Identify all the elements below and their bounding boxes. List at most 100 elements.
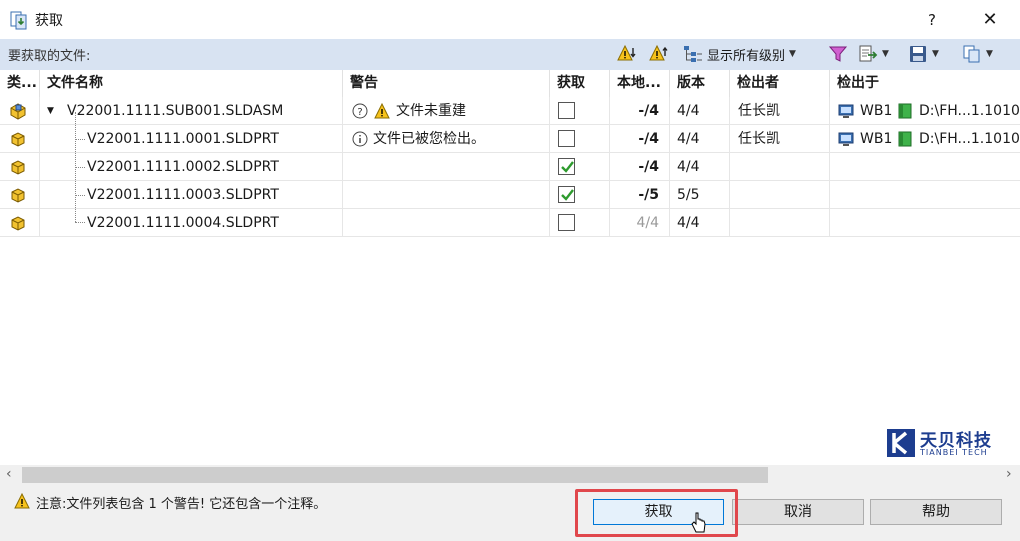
get-checkbox[interactable] bbox=[558, 214, 575, 231]
local-version: -/4 bbox=[610, 97, 670, 125]
folder-icon bbox=[898, 131, 912, 147]
file-name-cell: V22001.1111.0004.SLDPRT bbox=[40, 209, 343, 237]
show-levels-label: 显示所有级别 bbox=[707, 48, 786, 64]
type-cell bbox=[0, 181, 40, 209]
column-type[interactable]: 类... bbox=[0, 70, 40, 97]
column-warning[interactable]: 警告 bbox=[343, 70, 550, 97]
files-to-get-label: 要获取的文件: bbox=[8, 49, 91, 64]
filter-icon bbox=[828, 46, 848, 62]
warning-up-icon bbox=[649, 44, 668, 61]
footer: 注意:文件列表包含 1 个警告! 它还包含一个注释。 获取 取消 帮助 bbox=[0, 485, 1020, 541]
version: 4/4 bbox=[670, 125, 730, 153]
column-get[interactable]: 获取 bbox=[550, 70, 610, 97]
question-icon[interactable]: ? bbox=[352, 103, 368, 119]
get-cell bbox=[550, 125, 610, 153]
warning-text: 文件未重建 bbox=[396, 103, 466, 119]
local-version: -/4 bbox=[610, 125, 670, 153]
get-checkbox[interactable] bbox=[558, 186, 575, 203]
get-checkbox[interactable] bbox=[558, 130, 575, 147]
warning-cell bbox=[343, 153, 550, 181]
svg-text:?: ? bbox=[357, 107, 362, 118]
filter-button[interactable] bbox=[828, 43, 848, 65]
file-name: V22001.1111.0004.SLDPRT bbox=[87, 215, 279, 231]
horizontal-scrollbar[interactable]: ‹ › bbox=[0, 465, 1020, 485]
save-dropdown[interactable]: ▼ bbox=[908, 43, 939, 65]
folder-icon bbox=[898, 103, 912, 119]
file-name: V22001.1111.SUB001.SLDASM bbox=[67, 103, 284, 119]
copy-dropdown[interactable]: ▼ bbox=[962, 43, 993, 65]
checked-out-in-cell bbox=[830, 153, 1020, 181]
workstation: WB1 bbox=[860, 131, 893, 147]
warning-up-button[interactable] bbox=[649, 43, 669, 65]
warning-cell: ? 文件未重建 bbox=[343, 97, 550, 125]
highlight-box bbox=[575, 489, 738, 537]
file-name: V22001.1111.0002.SLDPRT bbox=[87, 159, 279, 175]
show-levels-dropdown[interactable]: 显示所有级别 ▼ bbox=[683, 43, 796, 65]
version: 4/4 bbox=[670, 97, 730, 125]
local-version: 4/4 bbox=[610, 209, 670, 237]
checkmark-icon bbox=[561, 161, 574, 173]
get-checkbox[interactable] bbox=[558, 102, 575, 119]
workstation: WB1 bbox=[860, 103, 893, 119]
table-row[interactable]: V22001.1111.0001.SLDPRT 文件已被您检出。 -/4 4/4… bbox=[0, 125, 1020, 153]
path: D:\FH...1.1010 bbox=[919, 131, 1020, 147]
checked-out-by bbox=[730, 209, 830, 237]
export-icon bbox=[859, 45, 878, 62]
table-row[interactable]: V22001.1111.0002.SLDPRT -/4 4/4 bbox=[0, 153, 1020, 181]
warning-text: 文件已被您检出。 bbox=[373, 131, 485, 147]
help-title-button[interactable]: ? bbox=[917, 6, 947, 34]
column-file-name[interactable]: 文件名称 bbox=[40, 70, 343, 97]
file-name: V22001.1111.0001.SLDPRT bbox=[87, 131, 279, 147]
collapse-arrow-icon[interactable]: ▼ bbox=[47, 97, 54, 124]
company-logo: 天贝科技 TIANBEI TECH bbox=[886, 426, 1006, 460]
warning-down-icon bbox=[617, 44, 636, 61]
file-name-cell: V22001.1111.0002.SLDPRT bbox=[40, 153, 343, 181]
warning-down-button[interactable] bbox=[617, 43, 637, 65]
logo-mark bbox=[887, 429, 915, 457]
scrollbar-thumb[interactable] bbox=[22, 467, 768, 483]
help-button[interactable]: 帮助 bbox=[870, 499, 1002, 525]
part-icon bbox=[11, 132, 25, 147]
toolbar: 要获取的文件: 显示所有级别 ▼ ▼ ▼ ▼ bbox=[0, 39, 1020, 70]
warning-icon bbox=[374, 103, 390, 119]
column-checked-out-by[interactable]: 检出者 bbox=[730, 70, 830, 97]
get-checkbox[interactable] bbox=[558, 158, 575, 175]
warning-cell bbox=[343, 181, 550, 209]
part-icon bbox=[11, 188, 25, 203]
local-version: -/5 bbox=[610, 181, 670, 209]
local-version: -/4 bbox=[610, 153, 670, 181]
assembly-icon bbox=[10, 103, 26, 120]
column-checked-out-in[interactable]: 检出于 bbox=[830, 70, 1020, 97]
info-icon bbox=[352, 131, 368, 147]
checked-out-by bbox=[730, 153, 830, 181]
version: 5/5 bbox=[670, 181, 730, 209]
part-icon bbox=[11, 216, 25, 231]
file-name: V22001.1111.0003.SLDPRT bbox=[87, 187, 279, 203]
file-name-cell: V22001.1111.0001.SLDPRT bbox=[40, 125, 343, 153]
table-row[interactable]: V22001.1111.0004.SLDPRT 4/4 4/4 bbox=[0, 209, 1020, 237]
get-cell bbox=[550, 209, 610, 237]
close-button[interactable]: ✕ bbox=[972, 6, 1008, 34]
column-local[interactable]: 本地... bbox=[610, 70, 670, 97]
cancel-button[interactable]: 取消 bbox=[732, 499, 864, 525]
window-title: 获取 bbox=[35, 13, 63, 29]
version: 4/4 bbox=[670, 153, 730, 181]
table-row[interactable]: V22001.1111.0003.SLDPRT -/5 5/5 bbox=[0, 181, 1020, 209]
get-cell bbox=[550, 181, 610, 209]
warning-cell: 文件已被您检出。 bbox=[343, 125, 550, 153]
file-name-cell: V22001.1111.0003.SLDPRT bbox=[40, 181, 343, 209]
type-cell bbox=[0, 97, 40, 125]
table-row[interactable]: ▼ V22001.1111.SUB001.SLDASM ? 文件未重建 -/4 … bbox=[0, 97, 1020, 125]
export-dropdown[interactable]: ▼ bbox=[858, 43, 889, 65]
column-version[interactable]: 版本 bbox=[670, 70, 730, 97]
checked-out-in-cell bbox=[830, 181, 1020, 209]
type-cell bbox=[0, 153, 40, 181]
scroll-right-icon[interactable]: › bbox=[1006, 466, 1012, 482]
title-bar: 获取 ? ✕ bbox=[0, 0, 1020, 39]
scroll-left-icon[interactable]: ‹ bbox=[6, 466, 12, 482]
warning-cell bbox=[343, 209, 550, 237]
checked-out-in-cell bbox=[830, 209, 1020, 237]
part-icon bbox=[11, 160, 25, 175]
chevron-down-icon: ▼ bbox=[986, 49, 993, 59]
computer-icon bbox=[838, 132, 854, 146]
